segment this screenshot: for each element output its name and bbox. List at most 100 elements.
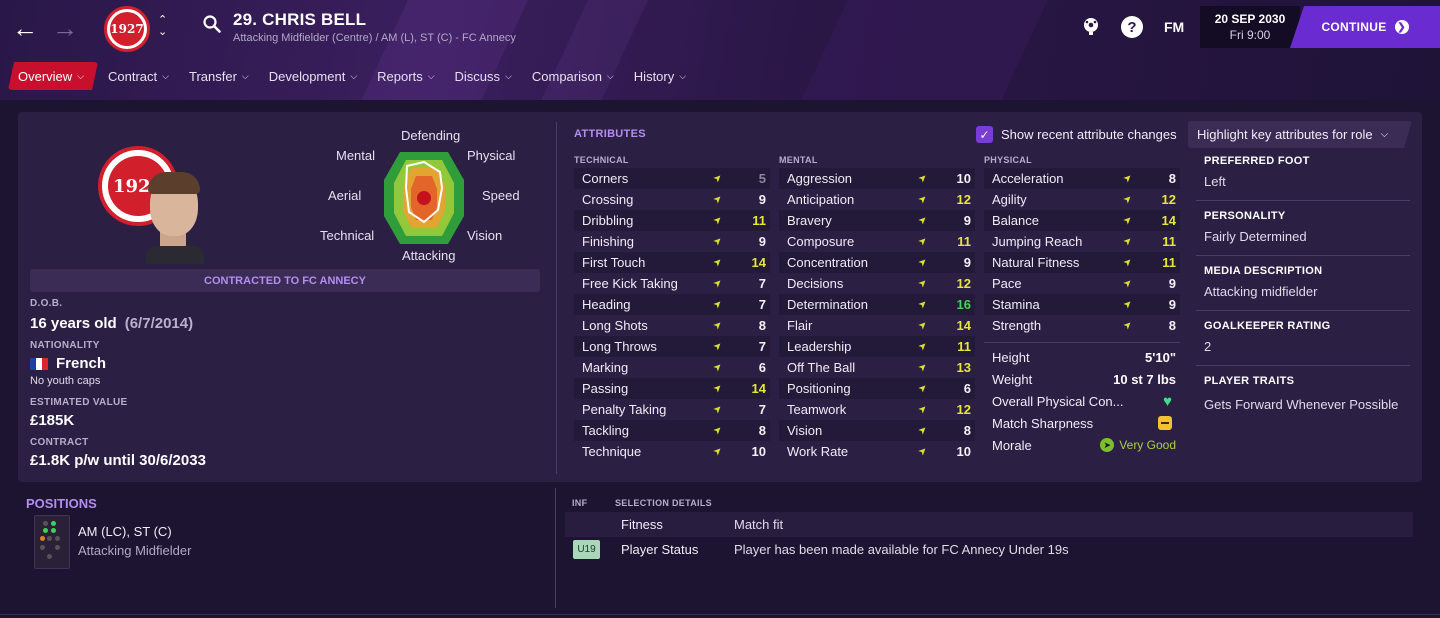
pitch-positions-icon[interactable] xyxy=(34,515,70,569)
sharpness-label: Match Sharpness xyxy=(992,415,1094,431)
attribute-row[interactable]: Work Rate ➤ 10 xyxy=(779,441,975,462)
club-badge-icon[interactable]: 1927 xyxy=(104,6,150,52)
attribute-row[interactable]: Tackling ➤ 8 xyxy=(574,420,770,441)
chevron-down-icon: ⌵ xyxy=(77,70,85,81)
attribute-row[interactable]: Teamwork ➤ 12 xyxy=(779,399,975,420)
attribute-row[interactable]: Finishing ➤ 9 xyxy=(574,231,770,252)
tab-discuss[interactable]: Discuss ⌵ xyxy=(445,62,522,90)
selection-detail: Match fit xyxy=(734,517,784,532)
attribute-row[interactable]: Concentration ➤ 9 xyxy=(779,252,975,273)
attribute-value: 8 xyxy=(758,318,766,333)
morale-row[interactable]: Morale ➤ Very Good xyxy=(984,434,1180,456)
attribute-row[interactable]: Natural Fitness ➤ 11 xyxy=(984,252,1180,273)
arrow-up-icon: ➤ xyxy=(711,360,726,375)
attribute-value: 6 xyxy=(963,381,971,396)
attribute-row[interactable]: Bravery ➤ 9 xyxy=(779,210,975,231)
traits-value[interactable]: Gets Forward Whenever Possible xyxy=(1204,397,1398,412)
attribute-row[interactable]: Acceleration ➤ 8 xyxy=(984,168,1180,189)
attribute-value: 9 xyxy=(758,234,766,249)
tab-reports[interactable]: Reports ⌵ xyxy=(367,62,444,90)
attribute-row[interactable]: Passing ➤ 14 xyxy=(574,378,770,399)
attribute-row[interactable]: Jumping Reach ➤ 11 xyxy=(984,231,1180,252)
chevron-right-icon: ❯ xyxy=(1394,20,1409,34)
attribute-name: Pace xyxy=(992,276,1022,291)
attribute-row[interactable]: Long Shots ➤ 8 xyxy=(574,315,770,336)
attribute-row[interactable]: Technique ➤ 10 xyxy=(574,441,770,462)
attribute-name: Dribbling xyxy=(582,213,634,228)
arrow-up-icon: ➤ xyxy=(916,255,931,270)
personality-label: PERSONALITY xyxy=(1204,210,1286,222)
chevron-down-icon: ⌵ xyxy=(505,70,512,81)
help-icon[interactable]: ? xyxy=(1121,16,1143,38)
world-icon[interactable] xyxy=(1081,16,1101,36)
attribute-row[interactable]: Stamina ➤ 9 xyxy=(984,294,1180,315)
tab-history[interactable]: History ⌵ xyxy=(624,62,696,90)
tab-contract[interactable]: Contract ⌵ xyxy=(98,62,179,90)
attribute-value: 16 xyxy=(956,297,971,312)
selection-heading: SELECTION DETAILS xyxy=(615,498,712,508)
attribute-row[interactable]: Free Kick Taking ➤ 7 xyxy=(574,273,770,294)
media-label: MEDIA DESCRIPTION xyxy=(1204,265,1323,277)
attribute-name: Technique xyxy=(582,444,642,459)
attribute-row[interactable]: Leadership ➤ 11 xyxy=(779,336,975,357)
attribute-name: Finishing xyxy=(582,234,635,249)
attribute-row[interactable]: Composure ➤ 11 xyxy=(779,231,975,252)
arrow-up-icon: ➤ xyxy=(711,402,726,417)
attribute-value: 13 xyxy=(956,360,971,375)
chevron-down-icon: ⌵ xyxy=(241,70,249,81)
attribute-row[interactable]: Dribbling ➤ 11 xyxy=(574,210,770,231)
attribute-row[interactable]: Pace ➤ 9 xyxy=(984,273,1180,294)
arrow-up-icon: ➤ xyxy=(711,276,726,291)
attribute-row[interactable]: Corners ➤ 5 xyxy=(574,168,770,189)
attribute-row[interactable]: Penalty Taking ➤ 7 xyxy=(574,399,770,420)
condition-row: Overall Physical Con... ♥ xyxy=(984,390,1180,412)
attribute-row[interactable]: Crossing ➤ 9 xyxy=(574,189,770,210)
attribute-name: Leadership xyxy=(787,339,852,354)
arrow-up-icon: ➤ xyxy=(1121,255,1136,270)
bottom-divider xyxy=(555,488,556,608)
continue-button[interactable]: CONTINUE ❯ xyxy=(1290,6,1440,48)
attribute-value: 10 xyxy=(751,444,766,459)
physical-heading: PHYSICAL xyxy=(984,155,1032,165)
checkbox-checked-icon[interactable]: ✓ xyxy=(976,126,993,143)
back-arrow-icon[interactable]: ← xyxy=(12,14,38,42)
attribute-value: 7 xyxy=(758,339,766,354)
attribute-name: Work Rate xyxy=(787,444,849,459)
attribute-row[interactable]: First Touch ➤ 14 xyxy=(574,252,770,273)
attribute-row[interactable]: Positioning ➤ 6 xyxy=(779,378,975,399)
attribute-value: 14 xyxy=(1161,213,1176,228)
attribute-value: 7 xyxy=(758,402,766,417)
nationality-value[interactable]: French xyxy=(30,355,106,372)
forward-arrow-icon[interactable]: → xyxy=(52,14,78,42)
attribute-row[interactable]: Off The Ball ➤ 13 xyxy=(779,357,975,378)
fm-menu-icon[interactable]: FM xyxy=(1164,19,1184,35)
attribute-row[interactable]: Anticipation ➤ 12 xyxy=(779,189,975,210)
attribute-row[interactable]: Strength ➤ 8 xyxy=(984,315,1180,336)
attribute-row[interactable]: Flair ➤ 14 xyxy=(779,315,975,336)
highlight-role-dropdown[interactable]: Highlight key attributes for role ⌵ xyxy=(1188,121,1412,148)
attribute-row[interactable]: Heading ➤ 7 xyxy=(574,294,770,315)
attribute-row[interactable]: Decisions ➤ 12 xyxy=(779,273,975,294)
tab-development[interactable]: Development ⌵ xyxy=(259,62,367,90)
attribute-row[interactable]: Marking ➤ 6 xyxy=(574,357,770,378)
arrow-up-icon: ➤ xyxy=(711,255,726,270)
mental-heading: MENTAL xyxy=(779,155,818,165)
nationality-label: NATIONALITY xyxy=(30,340,100,351)
search-icon[interactable] xyxy=(202,14,222,34)
attribute-row[interactable]: Long Throws ➤ 7 xyxy=(574,336,770,357)
game-date[interactable]: 20 SEP 2030 Fri 9:00 xyxy=(1200,6,1300,48)
player-switch-chevrons-icon[interactable]: ⌃ ⌄ xyxy=(158,14,167,38)
attribute-name: Strength xyxy=(992,318,1042,333)
attribute-row[interactable]: Balance ➤ 14 xyxy=(984,210,1180,231)
attribute-row[interactable]: Vision ➤ 8 xyxy=(779,420,975,441)
arrow-up-icon: ➤ xyxy=(1121,213,1136,228)
radar-label-technical: Technical xyxy=(320,228,375,243)
tab-transfer[interactable]: Transfer ⌵ xyxy=(179,62,259,90)
selection-label: Player Status xyxy=(621,542,699,557)
attribute-row[interactable]: Determination ➤ 16 xyxy=(779,294,975,315)
attribute-row[interactable]: Agility ➤ 12 xyxy=(984,189,1180,210)
tab-comparison[interactable]: Comparison ⌵ xyxy=(522,62,624,90)
tab-overview[interactable]: Overview ⌵ xyxy=(8,62,98,90)
attribute-row[interactable]: Aggression ➤ 10 xyxy=(779,168,975,189)
show-changes-toggle[interactable]: ✓ Show recent attribute changes xyxy=(976,126,1177,143)
